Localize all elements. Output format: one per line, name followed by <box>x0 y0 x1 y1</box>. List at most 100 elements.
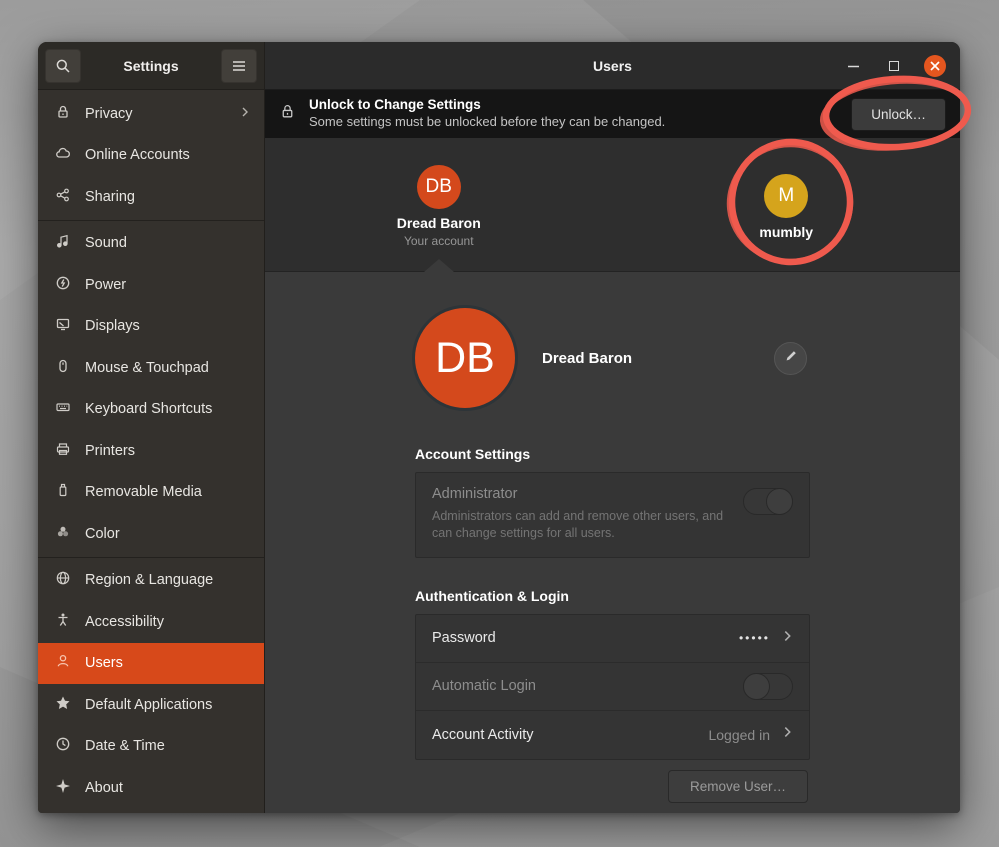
section-heading-account-settings: Account Settings <box>415 446 810 462</box>
power-icon <box>55 275 71 295</box>
window-controls <box>842 42 946 90</box>
sidebar-item-power[interactable]: Power <box>38 264 264 306</box>
sidebar-separator <box>38 220 264 221</box>
account-content: DB Dread Baron Account Settings Administ… <box>265 272 960 813</box>
maximize-button[interactable] <box>883 55 905 77</box>
sidebar-item-accessibility[interactable]: Accessibility <box>38 601 264 643</box>
sidebar-item-label: Displays <box>85 318 140 334</box>
banner-texts: Unlock to Change Settings Some settings … <box>309 97 665 130</box>
sidebar-item-printers[interactable]: Printers <box>38 430 264 472</box>
password-dots: ••••• <box>739 631 770 645</box>
mouse-icon <box>55 358 71 378</box>
display-icon <box>55 316 71 336</box>
sidebar-list: Privacy Online Accounts Sharing <box>38 90 264 813</box>
sidebar-item-label: Default Applications <box>85 697 212 713</box>
account-activity-row[interactable]: Account Activity Logged in <box>416 711 809 759</box>
menu-button[interactable] <box>221 49 257 83</box>
sidebar-item-color[interactable]: Color <box>38 513 264 555</box>
sidebar-item-label: Color <box>85 526 120 542</box>
chevron-right-icon <box>782 725 793 744</box>
sidebar-item-label: Keyboard Shortcuts <box>85 401 212 417</box>
sidebar-item-label: Sharing <box>85 189 135 205</box>
search-button[interactable] <box>45 49 81 83</box>
account-activity-value: Logged in <box>708 727 770 743</box>
sidebar-item-label: Accessibility <box>85 614 164 630</box>
banner-title: Unlock to Change Settings <box>309 97 665 114</box>
profile-row: DB Dread Baron <box>415 308 810 408</box>
page-title: Users <box>593 58 632 74</box>
toggle-knob <box>743 673 770 700</box>
selected-tab-pointer <box>424 259 454 272</box>
automatic-login-label: Automatic Login <box>432 678 536 694</box>
rename-button[interactable] <box>774 342 807 375</box>
settings-window: Settings Privacy Onl <box>38 42 960 813</box>
flash-drive-icon <box>55 482 71 502</box>
sidebar-item-label: Date & Time <box>85 738 165 754</box>
administrator-label: Administrator <box>432 486 793 502</box>
sidebar-item-online-accounts[interactable]: Online Accounts <box>38 135 264 177</box>
toggle-knob <box>766 488 793 515</box>
section-heading-authentication: Authentication & Login <box>415 588 810 604</box>
authentication-card: Password ••••• Automatic Login <box>415 614 810 760</box>
sidebar-item-displays[interactable]: Displays <box>38 306 264 348</box>
user-tab-mumbly[interactable]: M mumbly <box>613 138 961 271</box>
sidebar-item-privacy[interactable]: Privacy <box>38 93 264 135</box>
administrator-row: Administrator Administrators can add and… <box>416 473 809 557</box>
remove-user-button[interactable]: Remove User… <box>668 770 808 803</box>
avatar: M <box>764 174 808 218</box>
sidebar-title: Settings <box>81 58 221 74</box>
globe-icon <box>55 570 71 590</box>
sidebar-titlebar: Settings <box>38 42 264 90</box>
minimize-button[interactable] <box>842 55 864 77</box>
star-icon <box>55 695 71 715</box>
user-tab-dread-baron[interactable]: DB Dread Baron Your account <box>265 138 613 271</box>
printer-icon <box>55 441 71 461</box>
sidebar-item-keyboard-shortcuts[interactable]: Keyboard Shortcuts <box>38 389 264 431</box>
lock-icon <box>279 103 296 125</box>
sidebar-item-about[interactable]: About <box>38 767 264 809</box>
sidebar-item-label: Printers <box>85 443 135 459</box>
lock-icon <box>55 104 71 124</box>
color-circles-icon <box>55 524 71 544</box>
sidebar-item-sharing[interactable]: Sharing <box>38 176 264 218</box>
keyboard-icon <box>55 399 71 419</box>
users-icon <box>55 653 71 673</box>
sidebar-item-label: Users <box>85 655 123 671</box>
menu-icon <box>232 60 246 72</box>
sidebar-item-users[interactable]: Users <box>38 643 264 685</box>
administrator-toggle[interactable] <box>743 488 793 515</box>
sidebar-item-removable-media[interactable]: Removable Media <box>38 472 264 514</box>
password-row[interactable]: Password ••••• <box>416 615 809 663</box>
account-settings-card: Administrator Administrators can add and… <box>415 472 810 558</box>
chevron-right-icon <box>240 106 250 122</box>
unlock-button[interactable]: Unlock… <box>851 98 946 131</box>
chevron-right-icon <box>782 629 793 648</box>
clock-icon <box>55 736 71 756</box>
sidebar-item-label: Region & Language <box>85 572 213 588</box>
password-label: Password <box>432 630 496 646</box>
sidebar-item-label: About <box>85 780 123 796</box>
pencil-icon <box>784 349 798 368</box>
profile-name: Dread Baron <box>542 350 632 367</box>
unlock-banner: Unlock to Change Settings Some settings … <box>265 90 960 138</box>
sidebar-item-date-time[interactable]: Date & Time <box>38 726 264 768</box>
sidebar-item-label: Online Accounts <box>85 147 190 163</box>
music-note-icon <box>55 233 71 253</box>
profile-avatar[interactable]: DB <box>415 308 515 408</box>
user-name: Dread Baron <box>397 215 481 231</box>
user-selector-strip: DB Dread Baron Your account M mumbly <box>265 138 960 272</box>
close-button[interactable] <box>924 55 946 77</box>
sidebar-item-region-language[interactable]: Region & Language <box>38 560 264 602</box>
automatic-login-toggle[interactable] <box>743 673 793 700</box>
sidebar-item-mouse-touchpad[interactable]: Mouse & Touchpad <box>38 347 264 389</box>
avatar: DB <box>417 165 461 209</box>
sidebar-item-label: Power <box>85 277 126 293</box>
sidebar-item-default-applications[interactable]: Default Applications <box>38 684 264 726</box>
cloud-icon <box>55 145 71 165</box>
sidebar-item-sound[interactable]: Sound <box>38 223 264 265</box>
user-subtitle: Your account <box>404 234 474 248</box>
accessibility-icon <box>55 612 71 632</box>
search-icon <box>55 58 71 74</box>
headerbar: Users <box>265 42 960 90</box>
user-name: mumbly <box>759 224 813 240</box>
